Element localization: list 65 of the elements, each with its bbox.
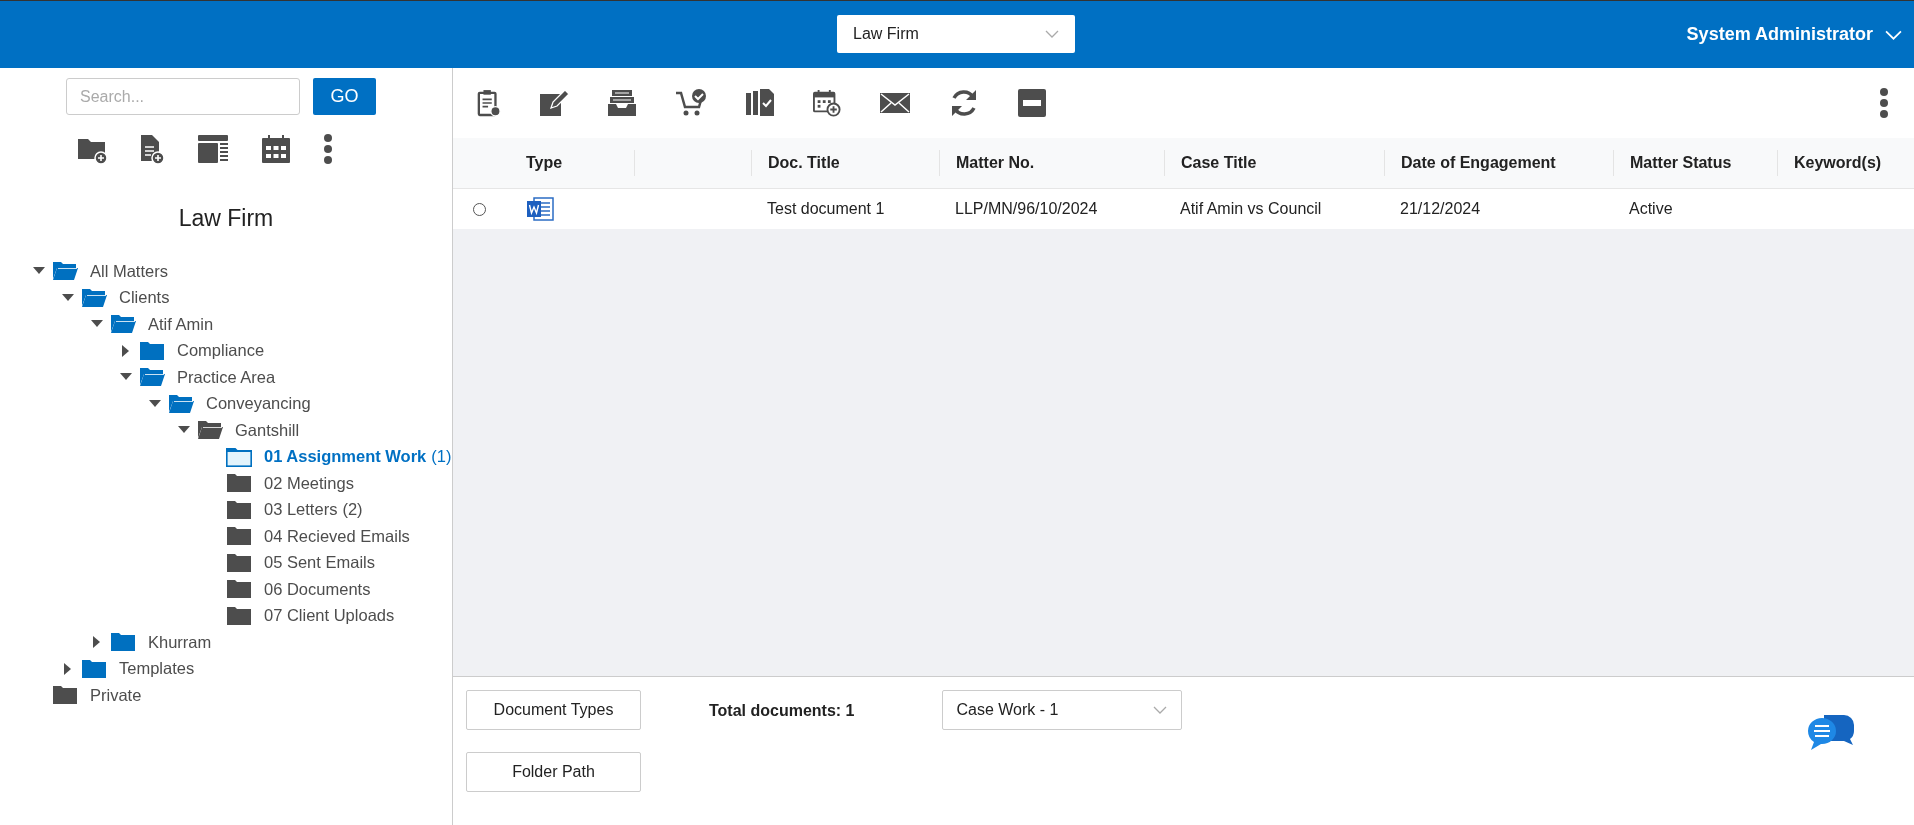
column-header[interactable]: Matter No. — [956, 154, 1035, 172]
tree-item[interactable]: Templates — [119, 659, 195, 679]
tree-item[interactable]: Private — [90, 685, 142, 705]
table-cell: Test document 1 — [767, 200, 885, 218]
mail-icon[interactable] — [879, 91, 911, 115]
tree-item[interactable]: 05 Sent Emails — [264, 553, 375, 573]
chevron-down-icon — [1885, 29, 1902, 40]
tree-item[interactable]: 04 Recieved Emails — [264, 526, 410, 546]
user-menu[interactable]: System Administrator — [1686, 24, 1902, 45]
tree-item[interactable]: 06 Documents — [264, 579, 371, 599]
more-icon[interactable] — [323, 133, 333, 165]
table-cell: Atif Amin vs Council — [1180, 200, 1322, 218]
column-header[interactable]: Type — [526, 154, 563, 172]
refresh-icon[interactable] — [949, 88, 979, 118]
chevron-down-icon — [1045, 30, 1059, 38]
clipboard-icon[interactable] — [477, 88, 501, 118]
collapse-arrow-icon[interactable] — [91, 320, 103, 329]
inbox-tray-icon[interactable] — [607, 88, 637, 118]
tree-item[interactable]: Gantshill — [235, 420, 300, 440]
table-cell: Active — [1629, 200, 1673, 218]
calendar-icon[interactable] — [261, 134, 291, 164]
tree-item[interactable]: 03 Letters (2) — [264, 500, 363, 520]
collapse-arrow-icon[interactable] — [62, 293, 74, 302]
tree-item[interactable]: Practice Area — [177, 367, 276, 387]
chevron-down-icon — [1152, 706, 1167, 714]
expand-arrow-icon[interactable] — [93, 636, 101, 649]
table-cell: LLP/MN/96/10/2024 — [955, 200, 1098, 218]
column-header[interactable]: Date of Engagement — [1401, 154, 1556, 172]
minus-square-icon[interactable] — [1017, 88, 1047, 118]
tree-item[interactable]: All Matters — [90, 261, 168, 281]
search-field[interactable]: Search... — [66, 78, 300, 115]
tree-item[interactable]: 07 Client Uploads — [264, 606, 395, 626]
tree-item[interactable]: Atif Amin — [148, 314, 214, 334]
more-icon[interactable] — [1879, 87, 1889, 119]
panel-title: Law Firm — [177, 205, 275, 232]
tree-item[interactable]: Khurram — [148, 632, 212, 652]
expand-arrow-icon[interactable] — [122, 344, 130, 357]
column-header[interactable]: Keyword(s) — [1794, 154, 1882, 172]
column-header[interactable]: Matter Status — [1630, 154, 1732, 172]
tree-item[interactable]: Compliance — [177, 341, 265, 361]
footer-button[interactable]: Document Types — [466, 690, 641, 730]
collapse-arrow-icon[interactable] — [149, 399, 161, 408]
table-cell: 21/12/2024 — [1400, 200, 1481, 218]
collapse-arrow-icon[interactable] — [33, 267, 45, 276]
view-select[interactable]: Case Work - 1 — [941, 690, 1182, 730]
tree-item[interactable]: Clients — [119, 288, 170, 308]
column-header[interactable]: Doc. Title — [768, 154, 840, 172]
edit-icon[interactable] — [539, 88, 569, 118]
tree-item[interactable]: 02 Meetings — [264, 473, 354, 493]
tree-item[interactable]: 01 Assignment Work (1) — [264, 447, 452, 467]
collapse-arrow-icon[interactable] — [178, 426, 190, 435]
calendar-plus-icon[interactable] — [813, 88, 841, 118]
collapse-arrow-icon[interactable] — [120, 373, 132, 382]
tree-item[interactable]: Conveyancing — [206, 394, 311, 414]
word-document-icon — [526, 197, 554, 221]
column-header[interactable]: Case Title — [1181, 154, 1257, 172]
cart-check-icon[interactable] — [675, 88, 707, 118]
file-plus-icon[interactable] — [139, 134, 165, 164]
go-button[interactable]: GO — [313, 78, 376, 115]
layout-icon[interactable] — [197, 134, 229, 164]
footer-button[interactable]: Folder Path — [466, 752, 641, 792]
total-documents: Total documents: 1 — [709, 702, 855, 720]
expand-arrow-icon[interactable] — [64, 662, 72, 675]
firm-select[interactable]: Law Firm — [837, 15, 1075, 53]
files-check-icon[interactable] — [745, 88, 775, 118]
